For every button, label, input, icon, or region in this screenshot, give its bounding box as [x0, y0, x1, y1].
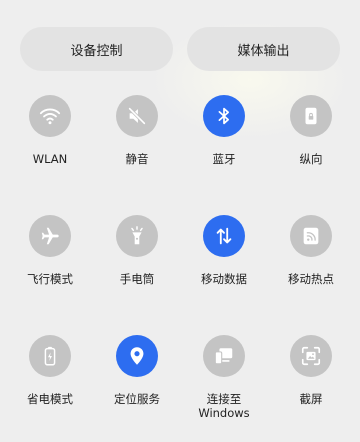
- tile-battery-saver[interactable]: 省电模式: [8, 335, 92, 406]
- tile-label: 纵向: [299, 152, 323, 166]
- link-to-windows-toggle[interactable]: [203, 335, 245, 377]
- screenshot-icon: [301, 346, 321, 366]
- airplane-icon: [41, 227, 59, 245]
- mobile-data-toggle[interactable]: [203, 215, 245, 257]
- airplane-toggle[interactable]: [29, 215, 71, 257]
- tile-label: 截屏: [299, 392, 323, 406]
- tile-link-to-windows[interactable]: 连接至 Windows: [182, 335, 266, 420]
- portrait-lock-icon: [305, 107, 317, 125]
- location-icon: [130, 347, 144, 365]
- media-output-button[interactable]: 媒体输出: [187, 27, 340, 71]
- wifi-icon: [39, 108, 61, 125]
- tile-label: 移动数据: [201, 272, 247, 286]
- portrait-toggle[interactable]: [290, 95, 332, 137]
- screenshot-toggle[interactable]: [290, 335, 332, 377]
- battery-saver-toggle[interactable]: [29, 335, 71, 377]
- tile-label: 连接至 Windows: [198, 392, 250, 420]
- mobile-data-icon: [216, 227, 232, 245]
- tile-location[interactable]: 定位服务: [95, 335, 179, 406]
- tile-wlan[interactable]: WLAN: [8, 95, 92, 166]
- flashlight-toggle[interactable]: [116, 215, 158, 257]
- tile-hotspot[interactable]: 移动热点: [269, 215, 353, 286]
- tile-portrait[interactable]: 纵向: [269, 95, 353, 166]
- hotspot-toggle[interactable]: [290, 215, 332, 257]
- tile-bluetooth[interactable]: 蓝牙: [182, 95, 266, 166]
- tile-mobile-data[interactable]: 移动数据: [182, 215, 266, 286]
- tile-screenshot[interactable]: 截屏: [269, 335, 353, 406]
- hotspot-icon: [303, 227, 319, 245]
- tile-label: 静音: [125, 152, 149, 166]
- tile-label: 移动热点: [288, 272, 334, 286]
- bluetooth-icon: [218, 107, 229, 125]
- wlan-toggle[interactable]: [29, 95, 71, 137]
- link-to-windows-icon: [214, 348, 233, 365]
- tile-label: 蓝牙: [212, 152, 236, 166]
- device-control-label: 设备控制: [70, 43, 123, 59]
- mute-icon: [128, 107, 146, 125]
- tile-mute[interactable]: 静音: [95, 95, 179, 166]
- location-toggle[interactable]: [116, 335, 158, 377]
- mute-toggle[interactable]: [116, 95, 158, 137]
- tile-label: 省电模式: [27, 392, 73, 406]
- bluetooth-toggle[interactable]: [203, 95, 245, 137]
- media-output-label: 媒体输出: [237, 43, 290, 59]
- tile-airplane[interactable]: 飞行模式: [8, 215, 92, 286]
- tile-label: 飞行模式: [27, 272, 73, 286]
- tile-label: WLAN: [32, 152, 68, 166]
- device-control-button[interactable]: 设备控制: [20, 27, 173, 71]
- tile-label: 手电筒: [119, 272, 155, 286]
- battery-saver-icon: [44, 346, 56, 366]
- flashlight-icon: [131, 226, 143, 245]
- tile-flashlight[interactable]: 手电筒: [95, 215, 179, 286]
- tile-label: 定位服务: [114, 392, 160, 406]
